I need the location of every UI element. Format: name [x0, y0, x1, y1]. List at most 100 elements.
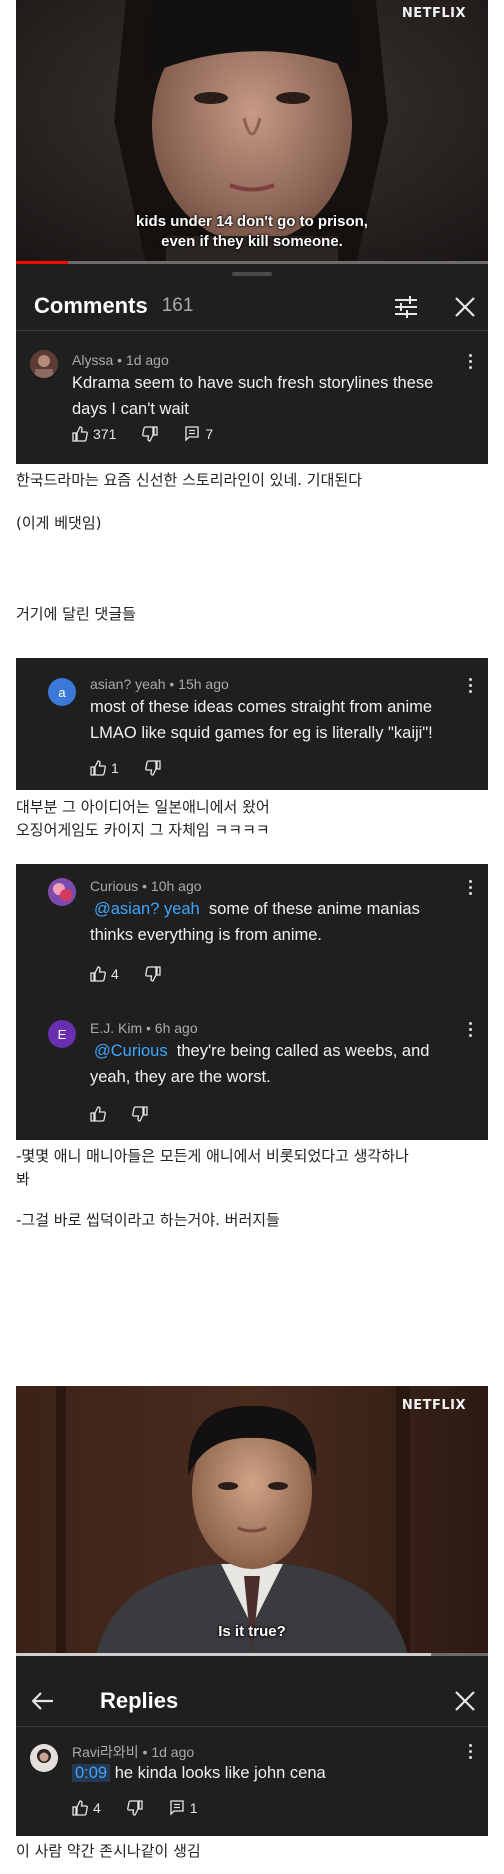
thumbs-down-icon	[144, 760, 161, 776]
korean-caption: -몇몇 애니 매니아들은 모든게 애니에서 비롯되었다고 생각하나 봐 -그걸 …	[16, 1145, 488, 1232]
mention-link[interactable]: @asian? yeah	[94, 900, 200, 918]
reply-author-meta[interactable]: Ravi라와비 • 1d ago	[72, 1742, 194, 1762]
comments-title: Comments	[34, 293, 148, 318]
dislike-button[interactable]	[144, 760, 161, 776]
close-icon[interactable]	[454, 296, 476, 318]
like-count: 4	[93, 1800, 101, 1816]
video-subtitle: kids under 14 don't go to prison, even i…	[16, 212, 488, 252]
netflix-watermark: NETFLIX	[401, 6, 466, 21]
reply-text-line: @Curious they're being called as weebs, …	[90, 1038, 482, 1064]
replies-title: Replies	[100, 1688, 179, 1713]
avatar[interactable]: E	[48, 1020, 76, 1048]
reply-actions: 4 1	[72, 1800, 224, 1816]
more-options-icon[interactable]	[462, 1018, 478, 1040]
caption-line: -몇몇 애니 매니아들은 모든게 애니에서 비롯되었다고 생각하나	[16, 1147, 409, 1165]
reply-item: a asian? yeah • 15h ago most of these id…	[16, 658, 488, 790]
caption-line: 대부분 그 아이디어는 일본애니에서 왔어	[16, 798, 270, 816]
avatar[interactable]	[30, 350, 58, 378]
comments-count: 161	[161, 295, 194, 316]
replies-button[interactable]: 1	[169, 1800, 198, 1816]
caption-line: (이게 베댓임)	[16, 514, 102, 532]
back-arrow-icon[interactable]	[32, 1692, 54, 1710]
thumbs-up-icon	[90, 966, 106, 982]
dislike-button[interactable]	[132, 1106, 148, 1122]
reply-panel-2: Curious • 10h ago @asian? yeah some of t…	[16, 864, 488, 1140]
subtitle-line: even if they kill someone.	[161, 233, 343, 250]
avatar[interactable]	[30, 1744, 58, 1772]
thumbs-down-icon	[126, 1800, 143, 1816]
caption-line: 거기에 달린 댓글들	[16, 605, 136, 623]
avatar-photo	[30, 1744, 58, 1772]
korean-caption: 이 사람 약간 존시나같이 생김	[16, 1840, 201, 1863]
dislike-button[interactable]	[126, 1800, 143, 1816]
reply-text: @Curious they're being called as weebs, …	[90, 1038, 482, 1090]
like-button[interactable]: 4	[90, 966, 119, 982]
timestamp-link[interactable]: 0:09	[72, 1764, 111, 1782]
sliders-icon[interactable]	[394, 296, 418, 318]
dislike-button[interactable]	[144, 966, 161, 982]
like-count: 371	[93, 426, 117, 442]
reply-item: E E.J. Kim • 6h ago @Curious they're bei…	[16, 1002, 488, 1140]
reply-text-line: @asian? yeah some of these anime manias	[90, 896, 482, 922]
comment-author-meta[interactable]: Alyssa • 1d ago	[72, 352, 169, 368]
reply-author-meta[interactable]: Curious • 10h ago	[90, 878, 202, 894]
replies-panel: Replies Ravi라와비 • 1d ago 0:09 he kinda l…	[16, 1656, 488, 1836]
thumbs-up-icon	[72, 426, 88, 442]
reply-text-rest: they're being called as weebs, and	[176, 1042, 430, 1060]
close-icon[interactable]	[454, 1690, 476, 1712]
video-subtitle: Is it true?	[218, 1623, 286, 1640]
reply-text: @asian? yeah some of these anime manias …	[90, 896, 482, 948]
comment-text: Kdrama seem to have such fresh storyline…	[72, 370, 472, 422]
dislike-button[interactable]	[142, 426, 159, 442]
more-options-icon[interactable]	[462, 876, 478, 898]
reply-icon	[170, 1800, 184, 1816]
like-count: 4	[111, 966, 119, 982]
reply-actions: 4	[90, 966, 187, 982]
subtitle-line: kids under 14 don't go to prison,	[136, 213, 368, 230]
video-frame-bottom[interactable]: NETFLIX Is it true?	[16, 1386, 488, 1656]
reply-item: Curious • 10h ago @asian? yeah some of t…	[16, 864, 488, 1002]
comment-text-line: Kdrama seem to have such fresh storyline…	[72, 374, 434, 392]
reply-text-rest: some of these anime manias	[208, 900, 420, 918]
more-options-icon[interactable]	[462, 674, 478, 696]
avatar[interactable]	[48, 878, 76, 906]
video-frame-top[interactable]: NETFLIX kids under 14 don't go to prison…	[16, 0, 488, 264]
reply-count: 1	[189, 1800, 198, 1816]
like-button[interactable]	[90, 1106, 106, 1122]
avatar-photo	[48, 878, 76, 906]
caption-line: 이 사람 약간 존시나같이 생김	[16, 1842, 201, 1860]
reply-panel-1: a asian? yeah • 15h ago most of these id…	[16, 658, 488, 790]
video-scene-man	[16, 1386, 488, 1656]
mention-link[interactable]: @Curious	[94, 1042, 168, 1060]
reply-icon	[185, 426, 200, 442]
reply-text: 0:09 he kinda looks like john cena	[72, 1760, 472, 1786]
reply-text-line: LMAO like squid games for eg is literall…	[90, 724, 433, 742]
like-button[interactable]: 1	[90, 760, 119, 776]
reply-actions	[90, 1106, 174, 1122]
korean-caption: 대부분 그 아이디어는 일본애니에서 왔어 오징어게임도 카이지 그 자체임 ㅋ…	[16, 796, 270, 842]
reply-author-meta[interactable]: E.J. Kim • 6h ago	[90, 1020, 198, 1036]
korean-caption: 한국드라마는 요즘 신선한 스토리라인이 있네. 기대된다 (이게 베댓임) 거…	[16, 469, 362, 626]
thumbs-down-icon	[132, 1106, 148, 1122]
caption-line: 오징어게임도 카이지 그 자체임 ㅋㅋㅋㅋ	[16, 821, 270, 839]
avatar-photo	[30, 350, 58, 378]
avatar[interactable]: a	[48, 678, 76, 706]
caption-line: -그걸 바로 씹덕이라고 하는거야. 버러지들	[16, 1211, 280, 1229]
avatar-letter: a	[58, 684, 66, 700]
thumbs-up-icon	[90, 1106, 106, 1122]
caption-line: 한국드라마는 요즘 신선한 스토리라인이 있네. 기대된다	[16, 471, 363, 489]
reply-text-line: thinks everything is from anime.	[90, 926, 323, 944]
like-button[interactable]: 4	[72, 1800, 101, 1816]
like-button[interactable]: 371	[72, 426, 116, 442]
replies-button[interactable]: 7	[184, 426, 213, 442]
more-options-icon[interactable]	[462, 350, 478, 372]
thumbs-down-icon	[144, 966, 161, 982]
reply-text: most of these ideas comes straight from …	[90, 694, 482, 746]
more-options-icon[interactable]	[462, 1740, 478, 1762]
reply-text-rest: he kinda looks like john cena	[114, 1764, 326, 1782]
reply-author-meta[interactable]: asian? yeah • 15h ago	[90, 676, 229, 692]
netflix-watermark: NETFLIX	[401, 1398, 466, 1413]
drag-handle[interactable]	[232, 272, 272, 276]
reply-item: Ravi라와비 • 1d ago 0:09 he kinda looks lik…	[16, 1726, 488, 1836]
comment-text-line: days I can't wait	[72, 400, 189, 418]
